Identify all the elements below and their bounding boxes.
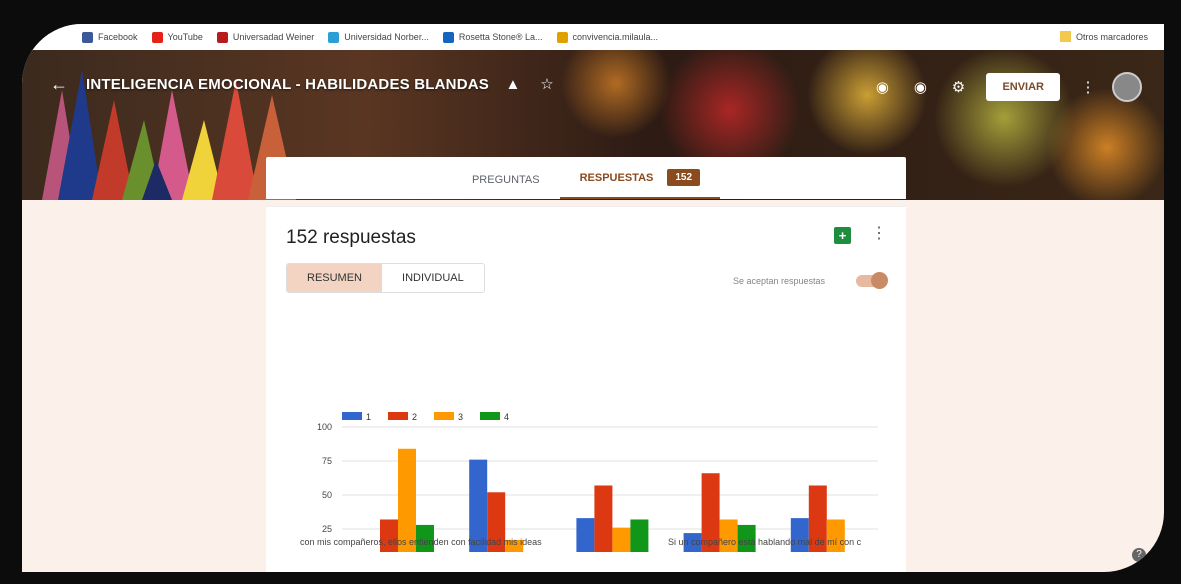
- more-options-icon[interactable]: ⋮: [871, 223, 887, 243]
- bookmark-other[interactable]: Otros marcadores: [1059, 31, 1148, 42]
- bookmark-youtube[interactable]: YouTube: [151, 31, 203, 43]
- youtube-icon: [151, 31, 163, 43]
- legend-swatch: [342, 412, 362, 420]
- bookmark-norbert[interactable]: Universidad Norber...: [328, 31, 429, 43]
- responses-summary-card: 152 respuestas + ⋮ RESUMEN INDIVIDUAL Se…: [266, 206, 906, 308]
- spreadsheet-icon[interactable]: +: [834, 227, 851, 244]
- send-button[interactable]: ENVIAR: [986, 73, 1060, 101]
- legend-swatch: [480, 412, 500, 420]
- legend-label: 4: [504, 412, 509, 422]
- bookmark-label: YouTube: [167, 32, 203, 42]
- bookmark-label: convivencia.milaula...: [572, 32, 659, 42]
- bookmark-label: Facebook: [98, 32, 138, 42]
- y-tick-label: 100: [317, 422, 332, 432]
- bar-chart: 02550751001234: [317, 412, 878, 552]
- responses-count-badge: 152: [667, 169, 701, 186]
- bar: [719, 519, 738, 552]
- help-icon[interactable]: ?: [1132, 548, 1146, 562]
- bookmark-facebook[interactable]: Facebook: [82, 31, 138, 43]
- bookmark-label: Universidad Norber...: [344, 32, 429, 42]
- accepting-responses-toggle[interactable]: [856, 272, 888, 289]
- more-vert-icon[interactable]: ⋮: [1078, 78, 1098, 96]
- responses-count-title: 152 respuestas: [286, 227, 416, 248]
- preview-eye-icon[interactable]: ◉: [910, 78, 930, 96]
- bookmark-weiner[interactable]: Universadad Weiner: [216, 31, 315, 43]
- toggle-knob: [871, 272, 888, 289]
- view-individual-button[interactable]: INDIVIDUAL: [382, 264, 484, 292]
- back-arrow-icon[interactable]: ←: [50, 74, 70, 95]
- legend-swatch: [388, 412, 408, 420]
- facebook-icon: [82, 31, 93, 43]
- form-tabs: PREGUNTAS RESPUESTAS 152: [266, 157, 906, 199]
- bar: [612, 527, 631, 552]
- milaula-icon: [556, 31, 568, 43]
- x-axis-label-1: con mis compañeros, ellos entienden con …: [300, 537, 542, 547]
- browser-screen: Facebook YouTube Universadad Weiner Univ…: [22, 24, 1164, 572]
- bookmark-milaula[interactable]: convivencia.milaula...: [556, 31, 659, 43]
- view-summary-button[interactable]: RESUMEN: [287, 264, 383, 292]
- bar: [630, 519, 649, 552]
- tab-questions[interactable]: PREGUNTAS: [452, 174, 560, 199]
- bar: [826, 519, 845, 552]
- form-title: INTELIGENCIA EMOCIONAL - HABILIDADES BLA…: [86, 75, 489, 93]
- bookmark-label: Rosetta Stone® La...: [458, 32, 543, 42]
- bar: [576, 518, 595, 552]
- settings-gear-icon[interactable]: ⚙: [948, 78, 968, 96]
- y-tick-label: 50: [322, 490, 332, 500]
- book-icon: [328, 31, 340, 43]
- bookmark-icon: [216, 31, 228, 43]
- legend-label: 3: [458, 412, 463, 422]
- palette-icon[interactable]: ◉: [872, 78, 892, 96]
- bar: [380, 519, 398, 552]
- y-tick-label: 25: [322, 524, 332, 534]
- bar-chart-card: 02550751001234 con mis compañeros, ellos…: [266, 307, 906, 572]
- drive-folder-icon[interactable]: ▲: [503, 76, 523, 93]
- bookmark-rosetta[interactable]: Rosetta Stone® La...: [442, 31, 543, 43]
- legend-label: 2: [412, 412, 417, 422]
- legend-label: 1: [366, 412, 371, 422]
- legend-swatch: [434, 412, 454, 420]
- bookmark-other-label: Otros marcadores: [1075, 31, 1148, 42]
- folder-icon: [1059, 31, 1071, 42]
- bookmark-label: Universadad Weiner: [232, 32, 315, 42]
- view-toggle: RESUMEN INDIVIDUAL: [286, 263, 485, 293]
- accepting-responses-label: Se aceptan respuestas: [733, 276, 826, 286]
- tab-questions-label: PREGUNTAS: [471, 174, 540, 186]
- x-axis-label-4: Si un compañero está hablando mal de mí …: [668, 537, 862, 547]
- y-tick-label: 75: [322, 456, 332, 466]
- rosetta-icon: [442, 31, 454, 43]
- avatar[interactable]: [1112, 72, 1142, 102]
- bar: [594, 485, 613, 552]
- tab-responses-label: RESPUESTAS: [579, 171, 654, 184]
- tab-responses[interactable]: RESPUESTAS 152: [559, 169, 721, 199]
- bookmarks-bar: Facebook YouTube Universadad Weiner Univ…: [22, 24, 1164, 51]
- star-icon[interactable]: ☆: [537, 75, 557, 93]
